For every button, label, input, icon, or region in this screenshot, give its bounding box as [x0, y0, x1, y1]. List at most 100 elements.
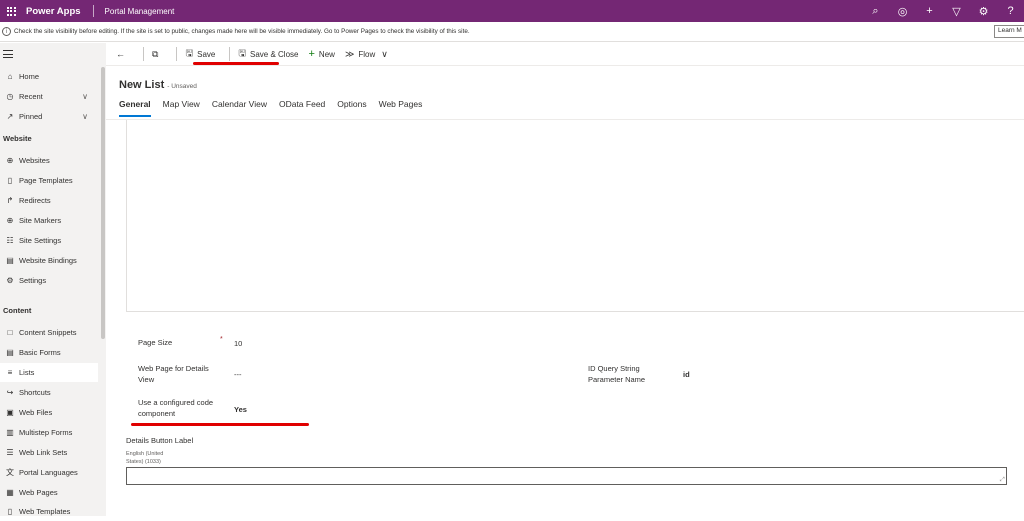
sidebar-item-label: Home — [19, 72, 39, 81]
save-close-label: Save & Close — [250, 50, 298, 59]
record-header: New List- Unsaved — [119, 75, 197, 93]
pin-icon: ↗ — [4, 112, 16, 121]
plus-icon: + — [308, 48, 314, 60]
resize-handle-icon[interactable]: ⤢ — [1000, 477, 1023, 515]
tab-options[interactable]: Options — [337, 99, 366, 117]
sidebar-item-multistep-forms[interactable]: ▥ Multistep Forms — [0, 423, 98, 442]
sidebar-item-label: Site Markers — [19, 216, 61, 225]
hamburger-menu-icon[interactable] — [3, 50, 13, 61]
sidebar-item-settings[interactable]: ⚙ Settings — [0, 271, 98, 290]
sidebar-item-web-pages[interactable]: ▦ Web Pages — [0, 483, 98, 502]
sidebar-item-content-snippets[interactable]: □ Content Snippets — [0, 323, 98, 342]
tab-calendar-view[interactable]: Calendar View — [212, 99, 267, 117]
sitemap-sidebar: ⌂ Home ◷ Recent ∨ ↗ Pinned ∨ Website ⊕ W… — [0, 43, 106, 516]
sidebar-item-redirects[interactable]: ↱ Redirects — [0, 191, 98, 210]
add-icon[interactable]: + — [916, 5, 943, 17]
tab-web-pages[interactable]: Web Pages — [379, 99, 423, 117]
sidebar-item-lists[interactable]: ≡ Lists — [0, 363, 98, 382]
help-icon[interactable]: ? — [997, 5, 1024, 17]
open-new-window-icon: ⧉ — [152, 49, 158, 60]
link-set-icon: ☰ — [4, 448, 16, 457]
page-size-label: Page Size — [138, 337, 172, 348]
sidebar-item-portal-languages[interactable]: 文 Portal Languages — [0, 463, 98, 482]
sidebar-item-basic-forms[interactable]: ▤ Basic Forms — [0, 343, 98, 362]
language-label-line-1: English (United — [126, 451, 163, 457]
new-label: New — [319, 50, 335, 59]
sidebar-item-label: Web Templates — [19, 507, 70, 516]
sidebar-item-site-markers[interactable]: ⊕ Site Markers — [0, 211, 98, 230]
sidebar-item-website-bindings[interactable]: ▤ Website Bindings — [0, 251, 98, 270]
clock-icon: ◷ — [4, 92, 16, 101]
sidebar-item-web-link-sets[interactable]: ☰ Web Link Sets — [0, 443, 98, 462]
id-query-label-line-1: ID Query String — [588, 364, 640, 373]
sidebar-item-label: Basic Forms — [19, 348, 61, 357]
gear-icon: ⚙ — [4, 276, 16, 285]
back-button[interactable]: ← — [116, 49, 129, 59]
target-icon[interactable]: ◎ — [889, 5, 916, 18]
details-view-label: Web Page for Details View — [138, 363, 209, 385]
sidebar-item-web-files[interactable]: ▣ Web Files — [0, 403, 98, 422]
page-size-field[interactable]: 10 — [234, 339, 242, 348]
page-icon: ▯ — [4, 176, 16, 185]
globe-icon: ⊕ — [4, 156, 16, 165]
sidebar-item-label: Redirects — [19, 196, 51, 205]
open-new-window-button[interactable]: ⧉ — [152, 49, 162, 60]
filter-icon[interactable]: ▽ — [943, 5, 970, 18]
list-icon: ≡ — [4, 368, 16, 377]
sidebar-item-page-templates[interactable]: ▯ Page Templates — [0, 171, 98, 190]
app-header: Power Apps Portal Management ⌕ ◎ + ▽ ⚙ ? — [0, 0, 1024, 22]
details-view-label-line-2: View — [138, 375, 154, 384]
sidebar-item-label: Shortcuts — [19, 388, 51, 397]
marker-icon: ⊕ — [4, 216, 16, 225]
settings-icon[interactable]: ⚙ — [970, 5, 997, 18]
sidebar-item-recent[interactable]: ◷ Recent ∨ — [0, 87, 98, 106]
code-component-label-line-1: Use a configured code — [138, 398, 213, 407]
record-title: New List — [119, 79, 164, 91]
tab-map-view[interactable]: Map View — [163, 99, 200, 117]
flow-button[interactable]: ≫ Flow ∨ — [345, 49, 392, 60]
search-icon[interactable]: ⌕ — [862, 5, 889, 18]
save-and-close-button[interactable]: 🖫 Save & Close — [238, 46, 298, 62]
language-label-line-2: States) (1033) — [126, 459, 161, 465]
chevron-down-icon[interactable]: ∨ — [82, 112, 88, 121]
sidebar-item-label: Multistep Forms — [19, 428, 72, 437]
template-icon: ▯ — [4, 507, 16, 516]
app-name[interactable]: Power Apps — [26, 6, 81, 17]
section-header-website: Website — [3, 134, 32, 143]
code-component-toggle[interactable]: Yes — [234, 405, 247, 414]
app-launcher-icon[interactable] — [2, 0, 20, 22]
details-button-label-input[interactable] — [126, 467, 1007, 485]
chevron-down-icon[interactable]: ∨ — [82, 92, 88, 101]
learn-more-button[interactable]: Learn M — [994, 25, 1024, 38]
flow-label: Flow — [358, 50, 375, 59]
language-label: English (United States) (1033) — [126, 450, 163, 466]
required-indicator: * — [220, 336, 223, 343]
sidebar-item-site-settings[interactable]: ☷ Site Settings — [0, 231, 98, 250]
details-view-field[interactable]: --- — [234, 370, 242, 379]
tab-general[interactable]: General — [119, 99, 151, 117]
id-query-field[interactable]: id — [683, 370, 690, 379]
command-divider — [143, 47, 144, 61]
sidebar-item-label: Site Settings — [19, 236, 61, 245]
form-tabs: General Map View Calendar View OData Fee… — [119, 99, 434, 117]
sidebar-item-label: Web Link Sets — [19, 448, 67, 457]
sidebar-item-pinned[interactable]: ↗ Pinned ∨ — [0, 107, 98, 126]
form-icon: ▤ — [4, 348, 16, 357]
sidebar-item-home[interactable]: ⌂ Home — [0, 67, 98, 86]
save-icon: 🖫 — [185, 46, 193, 62]
annotation-underline-save-close — [193, 62, 279, 65]
save-close-icon: 🖫 — [238, 46, 246, 62]
new-button[interactable]: + New — [308, 48, 334, 60]
environment-name[interactable]: Portal Management — [105, 7, 175, 16]
tab-odata-feed[interactable]: OData Feed — [279, 99, 325, 117]
multistep-icon: ▥ — [4, 428, 16, 437]
save-button[interactable]: 🖫 Save — [185, 46, 215, 62]
sidebar-item-shortcuts[interactable]: ↪ Shortcuts — [0, 383, 98, 402]
command-divider — [229, 47, 230, 61]
sidebar-item-websites[interactable]: ⊕ Websites — [0, 151, 98, 170]
shortcut-icon: ↪ — [4, 388, 16, 397]
sidebar-item-web-templates[interactable]: ▯ Web Templates — [0, 502, 98, 521]
details-button-label: Details Button Label — [126, 435, 193, 446]
language-icon: 文 — [4, 467, 16, 478]
sidebar-scrollbar[interactable] — [101, 67, 105, 339]
